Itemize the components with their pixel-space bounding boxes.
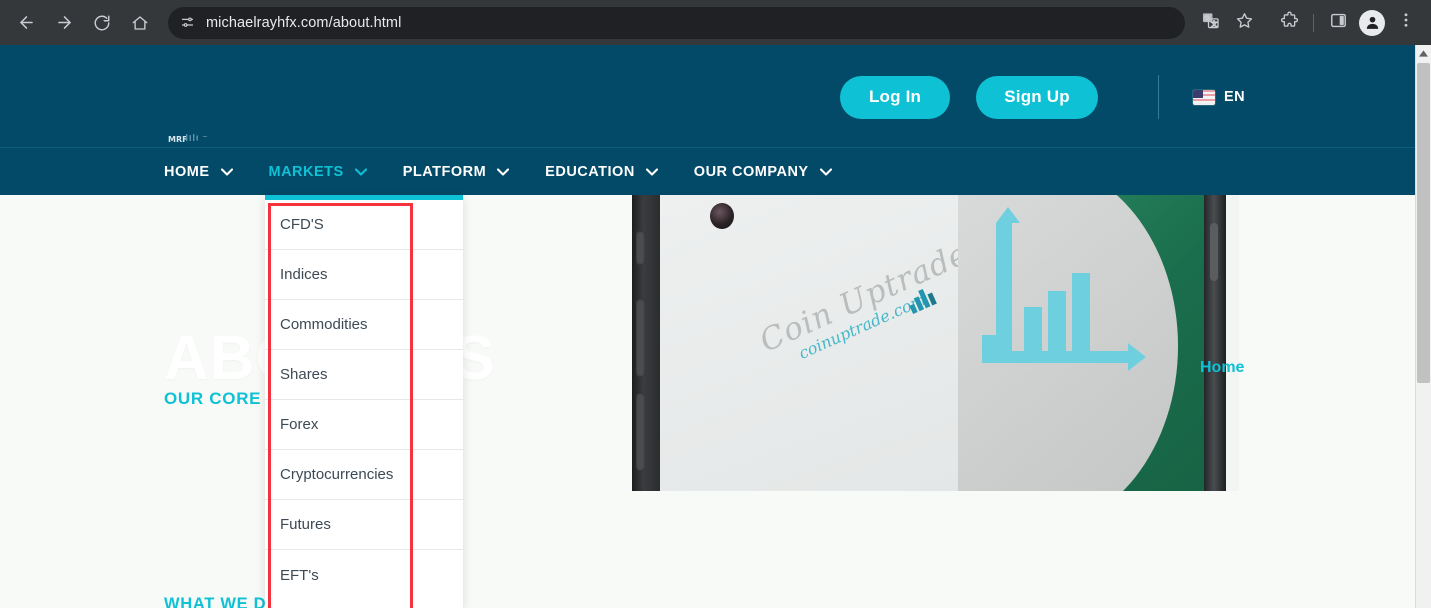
translate-icon: G文 <box>1201 11 1220 35</box>
language-label: EN <box>1224 89 1245 105</box>
markets-dropdown-menu: CFD'S Indices Commodities Shares Forex C… <box>265 195 463 608</box>
dropdown-item-indices[interactable]: Indices <box>265 250 463 300</box>
nav-item-education[interactable]: EDUCATION <box>545 148 658 196</box>
toolbar-divider <box>1313 13 1314 32</box>
nav-label: MARKETS <box>268 163 344 180</box>
page-scrollbar[interactable] <box>1415 45 1431 608</box>
nav-label: OUR COMPANY <box>693 163 809 180</box>
page-viewport: MRF Log In Sign Up EN HOME MARKETS PLATF… <box>0 45 1415 608</box>
language-switcher[interactable]: EN <box>1193 89 1245 105</box>
address-bar[interactable]: michaelrayhfx.com/about.html <box>168 6 1185 39</box>
svg-text:文: 文 <box>1210 19 1217 28</box>
three-dot-menu-icon <box>1397 11 1415 34</box>
forward-arrow-icon <box>55 13 74 32</box>
scroll-up-arrow-icon[interactable] <box>1416 45 1431 62</box>
phone-camera-icon <box>710 203 734 229</box>
scroll-thumb[interactable] <box>1417 63 1430 383</box>
nav-item-markets[interactable]: MARKETS <box>269 148 367 196</box>
nav-label: HOME <box>164 163 210 180</box>
signup-button[interactable]: Sign Up <box>976 75 1099 119</box>
what-we-do-label: WHAT WE DO <box>164 595 280 608</box>
breadcrumb-home-link[interactable]: Home <box>1200 359 1244 377</box>
side-panel-icon <box>1329 11 1348 35</box>
chevron-down-icon <box>497 167 510 176</box>
extensions-puzzle-icon <box>1280 11 1299 35</box>
chevron-down-icon <box>220 167 233 176</box>
watermark-chart-icon <box>905 286 937 315</box>
dropdown-item-forex[interactable]: Forex <box>265 400 463 450</box>
chevron-down-icon <box>354 167 367 176</box>
site-settings-icon[interactable] <box>176 12 198 34</box>
home-button[interactable] <box>124 7 156 39</box>
header-divider <box>1158 75 1160 119</box>
main-navigation: HOME MARKETS PLATFORM EDUCATION OUR COMP <box>0 147 1415 195</box>
phone-screen-right <box>958 195 1204 491</box>
dropdown-item-shares[interactable]: Shares <box>265 350 463 400</box>
phone-side-button <box>1210 223 1218 281</box>
home-icon <box>131 14 149 32</box>
chevron-down-icon <box>645 167 658 176</box>
back-arrow-icon <box>17 13 36 32</box>
dropdown-item-cryptocurrencies[interactable]: Cryptocurrencies <box>265 450 463 500</box>
dropdown-item-cfds[interactable]: CFD'S <box>265 200 463 250</box>
back-button[interactable] <box>10 7 42 39</box>
image-edge-fade <box>1226 195 1239 491</box>
profile-avatar-icon[interactable] <box>1359 9 1385 36</box>
chevron-down-icon <box>819 167 832 176</box>
dropdown-item-efts[interactable]: EFT's <box>265 550 463 600</box>
phone-screen-left: Coin Uptrade coinuptrade.com <box>660 195 974 491</box>
brand-logo[interactable]: MRF <box>168 131 212 147</box>
reload-button[interactable] <box>86 7 118 39</box>
growth-chart-graphic <box>982 207 1146 371</box>
svg-text:MRF: MRF <box>168 135 188 144</box>
svg-text:G: G <box>1204 15 1209 22</box>
login-button[interactable]: Log In <box>840 75 951 119</box>
nav-item-home[interactable]: HOME <box>164 148 233 196</box>
browser-actions: G文 <box>1193 7 1431 39</box>
dropdown-item-commodities[interactable]: Commodities <box>265 300 463 350</box>
bookmark-button[interactable] <box>1228 7 1260 39</box>
site-header: MRF Log In Sign Up EN <box>0 45 1415 147</box>
nav-label: EDUCATION <box>545 163 635 180</box>
side-panel-button[interactable] <box>1322 7 1354 39</box>
us-flag-icon <box>1193 89 1216 105</box>
nav-label: PLATFORM <box>402 163 487 180</box>
hero-section: Coin Uptrade coinuptrade.com OUR CORE VA… <box>0 195 1415 608</box>
nav-item-platform[interactable]: PLATFORM <box>402 148 510 196</box>
browser-menu-button[interactable] <box>1390 7 1422 39</box>
forward-button[interactable] <box>48 7 80 39</box>
dropdown-item-futures[interactable]: Futures <box>265 500 463 550</box>
extensions-button[interactable] <box>1273 7 1305 39</box>
translate-button[interactable]: G文 <box>1194 7 1226 39</box>
bookmark-star-icon <box>1235 11 1254 35</box>
browser-toolbar: michaelrayhfx.com/about.html G文 <box>0 0 1431 45</box>
nav-item-our-company[interactable]: OUR COMPANY <box>694 148 832 196</box>
phone-left-edge <box>632 195 660 491</box>
hero-phone-image: Coin Uptrade coinuptrade.com <box>632 195 1239 491</box>
header-actions: Log In Sign Up EN <box>840 75 1245 119</box>
url-text: michaelrayhfx.com/about.html <box>206 14 402 31</box>
reload-icon <box>93 14 111 32</box>
